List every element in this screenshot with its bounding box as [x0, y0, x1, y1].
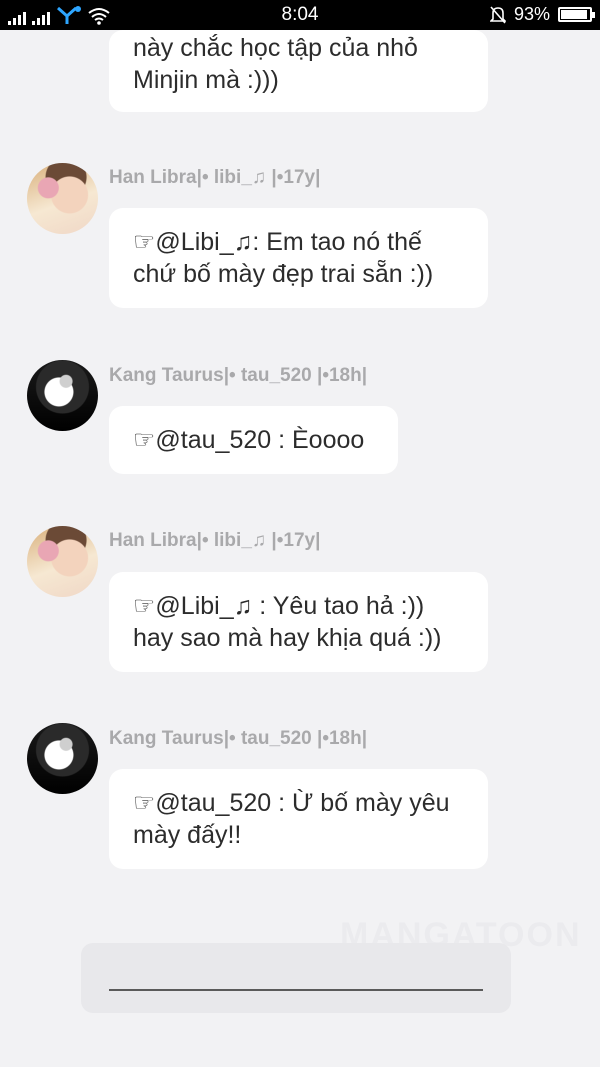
username[interactable]: Han Libra|• libi_♫ |•17y| [109, 167, 320, 189]
message-text: ☞@tau_520 : Ừ bố mày yêu mày đấy!! [133, 789, 450, 849]
message-bubble: ☞@tau_520 : Ừ bố mày yêu mày đấy!! [109, 769, 488, 869]
battery-percent: 93% [513, 4, 550, 24]
message-text: ☞@Libi_♫: Em tao nó thế chứ bố mày đẹp t… [133, 228, 434, 288]
message-bubble: này chắc học tập của nhỏ Minjin mà :))) [109, 30, 488, 112]
username[interactable]: Kang Taurus|• tau_520 |•18h| [109, 365, 367, 387]
username[interactable]: Kang Taurus|• tau_520 |•18h| [109, 728, 367, 750]
avatar[interactable] [27, 723, 98, 794]
username[interactable]: Han Libra|• libi_♫ |•17y| [109, 530, 320, 552]
mute-icon [489, 5, 506, 24]
avatar[interactable] [27, 163, 98, 234]
avatar[interactable] [27, 526, 98, 597]
battery-icon [558, 7, 595, 22]
message-text: ☞@tau_520 : Èoooo [133, 426, 365, 454]
message-text: ☞@Libi_♫ : Yêu tao hả :)) hay sao mà hay… [133, 592, 442, 652]
message-text: này chắc học tập của nhỏ Minjin mà :))) [133, 34, 418, 94]
message-input[interactable] [81, 943, 511, 1013]
status-right: 93% [489, 4, 595, 25]
battery-fill [561, 10, 587, 19]
message-bubble: ☞@tau_520 : Èoooo [109, 406, 398, 474]
message-bubble: ☞@Libi_♫ : Yêu tao hả :)) hay sao mà hay… [109, 572, 488, 672]
input-underline [109, 989, 483, 991]
message-bubble: ☞@Libi_♫: Em tao nó thế chứ bố mày đẹp t… [109, 208, 488, 308]
avatar[interactable] [27, 360, 98, 431]
status-bar: 8:04 93% [0, 0, 600, 30]
